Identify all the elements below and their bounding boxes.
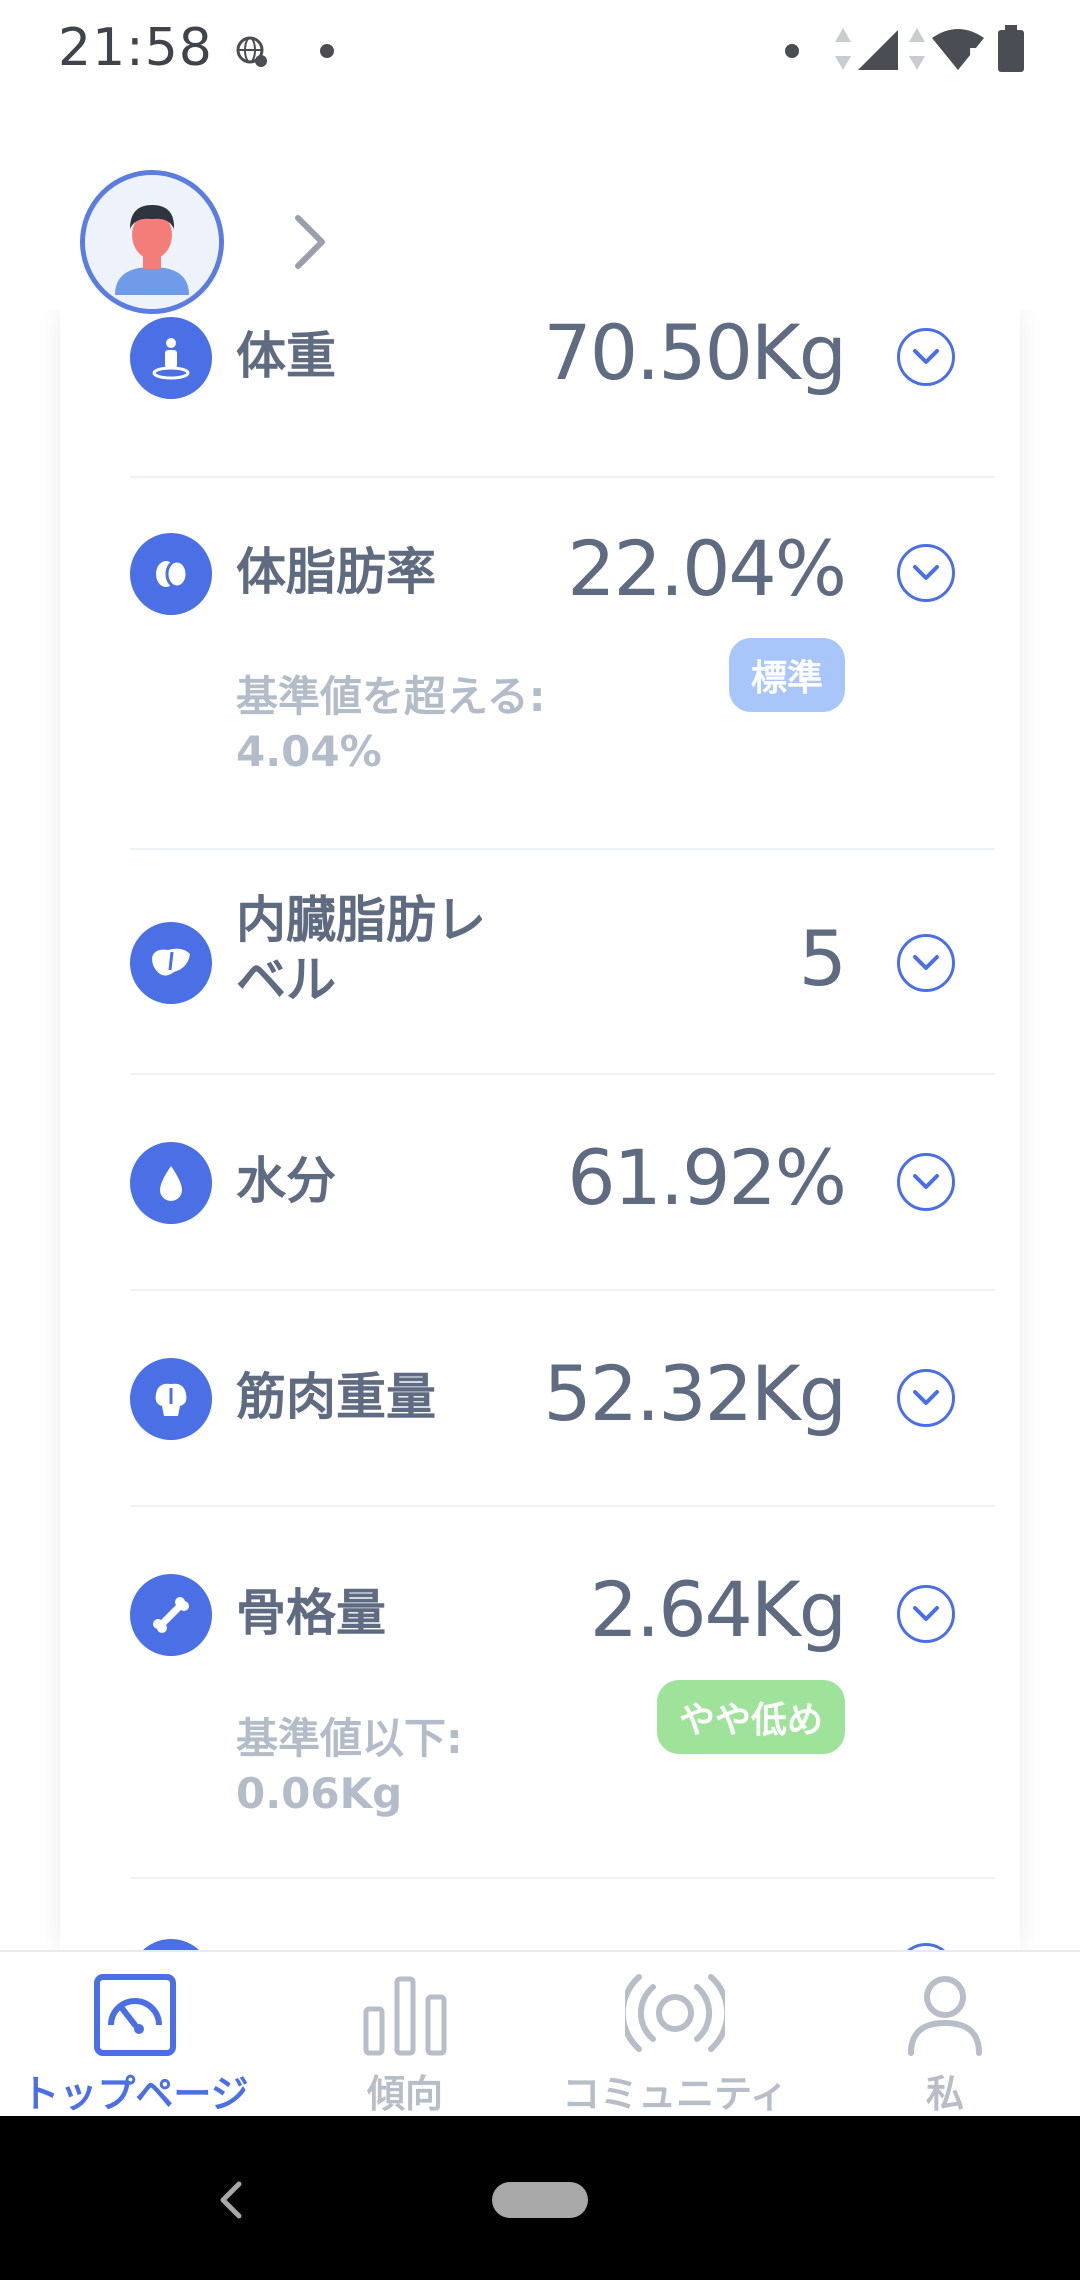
avatar[interactable] <box>80 170 224 314</box>
chevron-down-icon[interactable] <box>897 1369 955 1427</box>
tab-trend[interactable]: 傾向 <box>270 1952 540 2118</box>
note-value: 4.04% <box>236 726 382 776</box>
home-button[interactable] <box>492 2182 588 2218</box>
metric-value: 5 <box>798 914 847 1003</box>
back-icon[interactable] <box>215 2180 245 2220</box>
metric-label: 筋肉重量 <box>236 1368 436 1426</box>
person-scale-icon <box>130 317 212 399</box>
metric-label: 体脂肪率 <box>236 543 436 601</box>
chevron-down-icon[interactable] <box>897 544 955 602</box>
chevron-right-icon[interactable] <box>290 212 330 272</box>
tab-label: トップページ <box>21 2072 249 2116</box>
status-time: 21:58 <box>58 18 213 78</box>
chevron-down-icon[interactable] <box>897 1943 955 1950</box>
metric-row-weight[interactable]: 体重 70.50Kg <box>130 310 995 478</box>
chevron-down-icon[interactable] <box>897 1153 955 1211</box>
metric-label: 体重 <box>236 327 336 385</box>
data-arrows-icon <box>909 28 925 70</box>
tab-label: コミュニティ <box>562 2072 788 2116</box>
tab-top-page[interactable]: トップページ <box>0 1952 270 2118</box>
chevron-down-icon[interactable] <box>897 1585 955 1643</box>
metric-icon <box>130 1939 212 1950</box>
gauge-icon <box>85 1968 185 2061</box>
tab-label: 私 <box>925 2072 964 2116</box>
bar-chart-icon <box>355 1968 455 2061</box>
metric-row-partial[interactable] <box>130 1879 995 1950</box>
note-label: 基準値を超える: <box>236 672 546 721</box>
data-arrows-icon <box>835 28 851 70</box>
notification-dot <box>320 44 334 58</box>
bottom-nav: トップページ 傾向 コミュニティ 私 <box>0 1950 1080 2116</box>
metrics-card: 体重 70.50Kg 体脂肪率 22.04% 標準 基準値を超える: 4.04%… <box>60 310 1020 1950</box>
metric-label: 骨格量 <box>236 1584 386 1642</box>
user-avatar-icon <box>85 175 219 309</box>
note-label: 基準値以下: <box>236 1714 463 1763</box>
liver-icon <box>130 922 212 1004</box>
tab-me[interactable]: 私 <box>810 1952 1080 2118</box>
tab-community[interactable]: コミュニティ <box>540 1952 810 2118</box>
metric-row-body-fat[interactable]: 体脂肪率 22.04% 標準 基準値を超える: 4.04% <box>130 478 995 850</box>
metric-value: 61.92% <box>567 1133 847 1222</box>
fat-drops-icon <box>130 533 212 615</box>
battery-icon <box>998 25 1024 72</box>
metric-value: 52.32Kg <box>543 1349 847 1438</box>
person-icon <box>895 1968 995 2061</box>
wifi-badge: 5 <box>968 44 982 68</box>
metric-note: 基準値以下: 0.06Kg <box>236 1712 463 1821</box>
broadcast-icon <box>625 1968 725 2061</box>
metric-row-bone[interactable]: 骨格量 2.64Kg やや低め 基準値以下: 0.06Kg <box>130 1507 995 1879</box>
metric-row-water[interactable]: 水分 61.92% <box>130 1075 995 1291</box>
notification-dot <box>785 44 799 58</box>
muscle-icon <box>130 1358 212 1440</box>
tab-label: 傾向 <box>366 2072 443 2116</box>
bone-icon <box>130 1574 212 1656</box>
metric-label: 水分 <box>236 1152 336 1210</box>
metric-value: 2.64Kg <box>589 1565 847 1654</box>
metric-row-muscle[interactable]: 筋肉重量 52.32Kg <box>130 1291 995 1507</box>
chevron-down-icon[interactable] <box>897 934 955 992</box>
status-badge: 標準 <box>728 638 845 712</box>
metric-row-visceral-fat[interactable]: 内臓脂肪レ ベル 5 <box>130 850 995 1075</box>
chevron-down-icon[interactable] <box>897 328 955 386</box>
vpn-globe-icon <box>236 36 267 67</box>
metric-value: 22.04% <box>567 524 847 613</box>
metric-note: 基準値を超える: 4.04% <box>236 670 546 779</box>
signal-icon <box>858 30 898 70</box>
metric-value: 70.50Kg <box>543 310 847 397</box>
status-bar: 21:58 5 <box>0 0 1080 100</box>
metric-label: 内臓脂肪レ ベル <box>236 891 486 1009</box>
profile-header <box>0 100 1080 314</box>
status-badge: やや低め <box>656 1680 845 1754</box>
note-value: 0.06Kg <box>236 1768 403 1818</box>
water-drop-icon <box>130 1142 212 1224</box>
